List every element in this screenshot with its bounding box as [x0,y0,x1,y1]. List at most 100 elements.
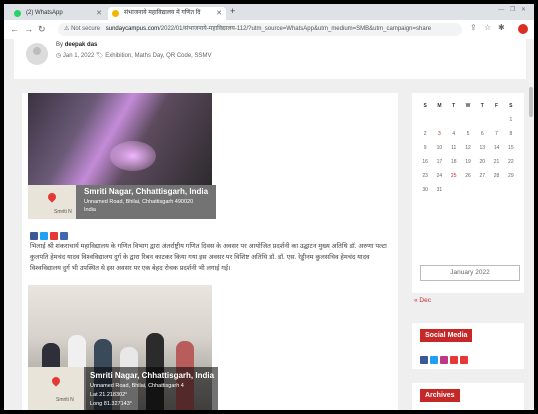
security-status[interactable]: Not secure [71,26,100,32]
calendar-day[interactable]: 26 [461,173,475,179]
calendar-day[interactable]: 18 [447,159,461,165]
facebook-icon[interactable] [30,232,38,240]
calendar-day[interactable]: 3 [432,131,446,137]
calendar-day[interactable]: 8 [504,131,518,137]
twitter-icon[interactable] [430,356,438,364]
social-icons [420,351,470,369]
article-body: Smriti N Smriti Nagar, Chhattisgarh, Ind… [22,93,398,410]
gps-map-thumbnail: Smriti N [28,185,76,219]
calendar-day[interactable]: 17 [432,159,446,165]
calendar-grid: S M T W T F S 1 2 3 4 5 6 7 8 9 10 11 12 13 14 15 16 17 18 19 20 21… [418,99,518,197]
web-page: By deepak das ◷ Jan 1, 2022 🏷 Exhibition… [4,39,534,410]
map-pin-icon [50,375,62,387]
calendar-week-row: 1 [418,113,518,127]
calendar-weekday: T [452,103,456,109]
gps-longitude: Long 81.327143° [90,401,132,407]
tab-whatsapp[interactable]: (2) WhatsApp ✕ [10,7,106,20]
forward-icon[interactable]: → [24,24,33,34]
calendar-day[interactable]: 7 [489,131,503,137]
bookmark-star-icon[interactable]: ☆ [484,23,491,32]
calendar-day[interactable]: 31 [432,187,446,193]
scrollbar-thumb[interactable] [529,87,533,117]
reload-icon[interactable]: ↻ [38,24,46,35]
calendar-weekday: S [423,103,427,109]
calendar-day[interactable]: 28 [489,173,503,179]
linkedin-icon[interactable] [60,232,68,240]
new-tab-button[interactable]: + [230,6,235,16]
calendar-day[interactable]: 27 [475,173,489,179]
calendar-widget: S M T W T F S 1 2 3 4 5 6 7 8 9 10 11 12 13 14 15 16 17 18 19 20 21… [412,93,524,293]
extensions-icon[interactable]: ✱ [498,23,505,32]
map-label: Smriti N [56,397,74,403]
url-path: /2022/01/संभाजनाये-महाविद्यालय-112/?utm_… [159,26,432,32]
scrollbar[interactable] [528,39,534,410]
calendar-month: January 2022 [420,265,520,281]
address-bar-row: ← → ↻ ⚠ Not secure sundaycampus.com/2022… [4,20,534,40]
calendar-weekday: F [495,103,499,109]
calendar-day[interactable]: 24 [432,173,446,179]
post-tags[interactable]: Exhibition, Maths Day, QR Code, SSMV [105,53,211,59]
tab-label: (2) WhatsApp [26,10,63,16]
calendar-week-row: 30 31 [418,183,518,197]
calendar-weekday: M [437,103,442,109]
tab-bar: (2) WhatsApp ✕ संभाजनाये महाविद्यालय में… [4,4,534,20]
map-pin-icon [46,191,58,203]
author-name[interactable]: deepak das [65,42,98,48]
url-domain: sundaycampus.com [105,26,160,32]
profile-avatar-icon[interactable] [518,24,528,34]
article-paragraph: भिलाई श्री शंकराचार्य महाविद्यालय के गणि… [30,243,387,272]
calendar-day[interactable]: 1 [504,117,518,123]
calendar-day[interactable]: 21 [489,159,503,165]
calendar-day[interactable]: 30 [418,187,432,193]
calendar-day[interactable]: 5 [461,131,475,137]
gps-address: Unnamed Road, Bhilai, Chhattisgarh 49002… [84,199,194,205]
calendar-day[interactable]: 14 [489,145,503,151]
calendar-day[interactable]: 4 [447,131,461,137]
event-photo-ribbon-cutting[interactable] [28,93,212,185]
close-tab-icon[interactable]: ✕ [96,7,102,20]
calendar-day[interactable]: 22 [504,159,518,165]
calendar-day[interactable]: 19 [461,159,475,165]
email-icon[interactable] [460,356,468,364]
gps-map-thumbnail: Smriti N [28,367,84,410]
email-icon[interactable] [50,232,58,240]
calendar-day[interactable]: 20 [475,159,489,165]
calendar-day[interactable]: 23 [418,173,432,179]
calendar-day[interactable]: 29 [504,173,518,179]
url-input[interactable]: ⚠ Not secure sundaycampus.com/2022/01/सं… [58,23,462,36]
tab-article[interactable]: संभाजनाये महाविद्यालय में गणित दि ✕ [108,7,226,20]
close-tab-icon[interactable]: ✕ [216,7,222,20]
share-icon[interactable]: ⇪ [470,23,477,32]
calendar-week-row: 2345678 [418,127,518,141]
window-controls[interactable]: — ❐ ✕ [498,6,528,13]
youtube-icon[interactable] [450,356,458,364]
calendar-week-row: 16 17 18 19 20 21 22 [418,155,518,169]
facebook-icon[interactable] [420,356,428,364]
calendar-prev-link[interactable]: « Dec [414,297,431,304]
calendar-day[interactable]: 2 [418,131,432,137]
calendar-day[interactable]: 9 [418,145,432,151]
calendar-day[interactable]: 11 [447,145,461,151]
calendar-week-row: 23 24 25 26 27 28 29 [418,169,518,183]
widget-title: Archives [420,389,460,402]
calendar-header-row: SMTWTFS [418,99,518,113]
social-media-widget: Social Media [412,323,524,369]
calendar-day[interactable]: 25 [447,173,461,179]
back-icon[interactable]: ← [10,24,19,34]
gps-title: Smriti Nagar, Chhattisgarh, India [90,371,215,380]
calendar-day[interactable]: 12 [461,145,475,151]
gps-address: Unnamed Road, Bhilai, Chhattisgarh 4 [90,383,184,389]
clock-icon: ◷ [56,53,62,59]
archives-widget: Archives [412,383,524,410]
instagram-icon[interactable] [440,356,448,364]
calendar-day[interactable]: 13 [475,145,489,151]
calendar-day[interactable]: 16 [418,159,432,165]
gps-country: India [84,207,96,213]
twitter-icon[interactable] [40,232,48,240]
calendar-day[interactable]: 10 [432,145,446,151]
calendar-weekday: T [480,103,484,109]
calendar-day[interactable]: 15 [504,145,518,151]
whatsapp-icon [14,10,21,17]
post-date[interactable]: Jan 1, 2022 [63,53,94,59]
calendar-day[interactable]: 6 [475,131,489,137]
